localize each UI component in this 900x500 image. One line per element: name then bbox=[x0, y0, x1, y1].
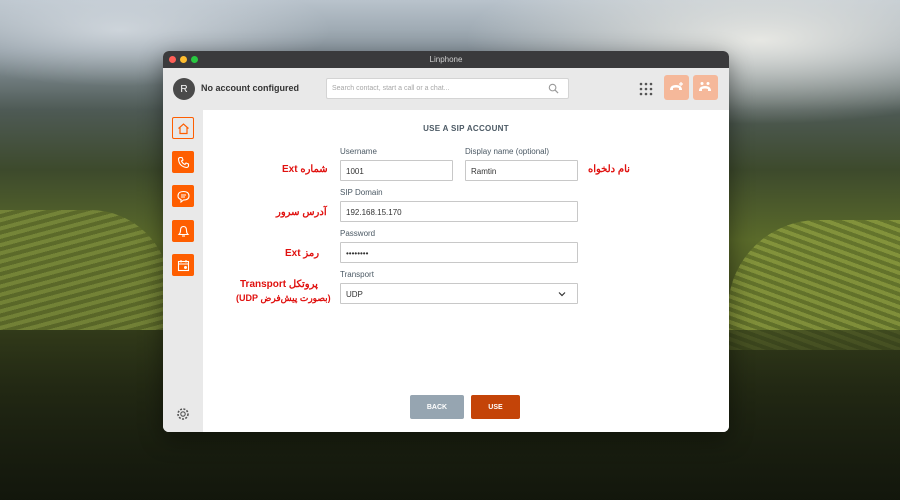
account-form: USE A SIP ACCOUNT Username 1001 Display … bbox=[203, 110, 729, 432]
phone-plus-icon bbox=[670, 82, 683, 90]
minimize-window-button[interactable] bbox=[180, 56, 187, 63]
sidebar-item-home[interactable] bbox=[172, 117, 194, 139]
back-button-label: BACK bbox=[426, 403, 448, 411]
top-bar: R No account configured Search contact, … bbox=[163, 68, 729, 110]
annotation-transport-default: (بصورت پیش‌فرض UDP) bbox=[236, 293, 331, 303]
username-field[interactable]: 1001 bbox=[340, 160, 453, 181]
use-button-label: USE bbox=[488, 403, 503, 411]
transport-value: UDP bbox=[346, 290, 363, 299]
transport-select[interactable]: UDP bbox=[340, 283, 578, 304]
phone-icon bbox=[177, 156, 189, 168]
sip-domain-value: 192.168.15.170 bbox=[346, 208, 402, 217]
chat-icon bbox=[176, 190, 190, 203]
back-button[interactable]: BACK bbox=[410, 395, 464, 419]
search-icon[interactable] bbox=[548, 83, 559, 94]
annotation-password: رمز Ext bbox=[285, 248, 320, 259]
sip-domain-field[interactable]: 192.168.15.170 bbox=[340, 201, 578, 222]
background-hill-left bbox=[0, 210, 170, 330]
page-title: USE A SIP ACCOUNT bbox=[423, 124, 509, 133]
display-name-value: Ramtin bbox=[471, 167, 497, 176]
conference-icon bbox=[699, 82, 711, 91]
username-label: Username bbox=[340, 147, 377, 156]
new-call-button[interactable] bbox=[664, 75, 689, 100]
linphone-window: Linphone R No account configured Search … bbox=[163, 51, 729, 432]
avatar[interactable]: R bbox=[173, 78, 195, 100]
contact-icon bbox=[177, 225, 189, 237]
sidebar-item-chat[interactable] bbox=[172, 185, 194, 207]
annotation-sip-domain: آدرس سرور bbox=[276, 207, 327, 218]
password-label: Password bbox=[340, 229, 376, 238]
display-name-label: Display name (optional) bbox=[465, 147, 550, 156]
sidebar-item-meetings[interactable] bbox=[172, 254, 194, 276]
account-status[interactable]: No account configured bbox=[201, 83, 299, 93]
annotation-transport: پروتکل Transport bbox=[240, 279, 318, 290]
annotation-username: شماره Ext bbox=[282, 164, 328, 175]
transport-label: Transport bbox=[340, 270, 374, 279]
sidebar bbox=[163, 110, 203, 432]
search-placeholder: Search contact, start a call or a chat..… bbox=[332, 85, 450, 92]
close-window-button[interactable] bbox=[169, 56, 176, 63]
password-value: •••••••• bbox=[346, 249, 369, 258]
annotation-display-name: نام دلخواه bbox=[588, 164, 630, 175]
username-value: 1001 bbox=[346, 167, 364, 176]
display-name-field[interactable]: Ramtin bbox=[465, 160, 578, 181]
dialpad-icon[interactable] bbox=[639, 82, 653, 96]
password-field[interactable]: •••••••• bbox=[340, 242, 578, 263]
title-bar: Linphone bbox=[163, 51, 729, 68]
avatar-letter: R bbox=[180, 83, 188, 95]
search-input[interactable]: Search contact, start a call or a chat..… bbox=[326, 78, 569, 99]
home-icon bbox=[177, 122, 189, 134]
gear-icon[interactable] bbox=[176, 407, 190, 421]
sidebar-item-contacts[interactable] bbox=[172, 220, 194, 242]
sip-domain-label: SIP Domain bbox=[340, 188, 383, 197]
new-conference-button[interactable] bbox=[693, 75, 718, 100]
window-controls bbox=[169, 56, 198, 63]
calendar-icon bbox=[177, 259, 189, 271]
use-button[interactable]: USE bbox=[471, 395, 520, 419]
window-title: Linphone bbox=[429, 55, 463, 64]
sidebar-item-calls[interactable] bbox=[172, 151, 194, 173]
chevron-down-icon bbox=[558, 292, 566, 297]
maximize-window-button[interactable] bbox=[191, 56, 198, 63]
